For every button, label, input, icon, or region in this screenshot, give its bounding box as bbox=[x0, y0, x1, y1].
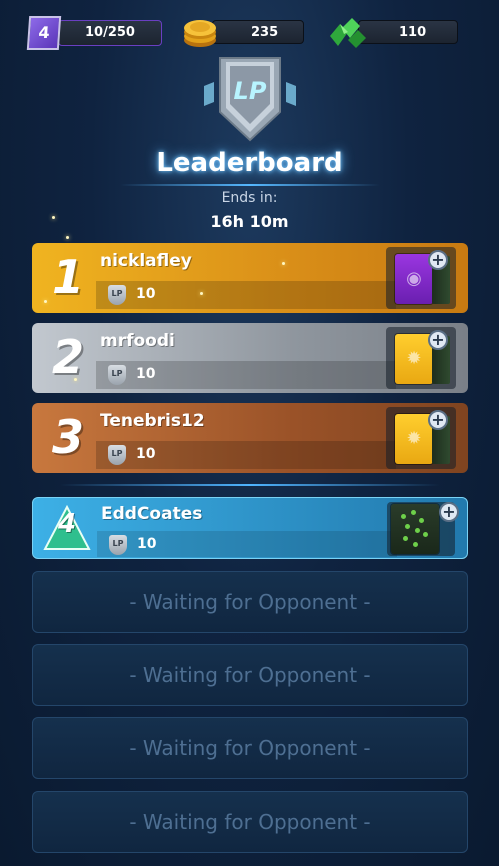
lp-score: LP 10 bbox=[96, 441, 396, 469]
lp-shield-icon: LP bbox=[204, 57, 296, 142]
gem-value: 110 bbox=[399, 25, 427, 40]
leaderboard-row-2[interactable]: 2 mrfoodi LP 10 ✹ + bbox=[32, 323, 468, 393]
level-badge-icon[interactable]: 4 bbox=[26, 16, 62, 50]
leaderboard-row-1[interactable]: 1 nicklafley LP 10 ◉ + bbox=[32, 243, 468, 313]
sparkle bbox=[200, 292, 203, 295]
reward-chest[interactable]: ✹ + bbox=[386, 407, 456, 469]
reward-chest[interactable]: ◉ + bbox=[386, 247, 456, 309]
sparkle bbox=[66, 236, 69, 239]
player-name: mrfoodi bbox=[100, 331, 175, 351]
section-divider bbox=[60, 484, 440, 486]
lp-icon: LP bbox=[108, 445, 126, 465]
ends-label: Ends in: bbox=[221, 190, 278, 206]
plus-icon[interactable]: + bbox=[439, 502, 459, 522]
rank-number: 4 bbox=[57, 509, 77, 539]
reward-chest[interactable]: ✹ + bbox=[386, 327, 456, 389]
lp-value: 10 bbox=[136, 286, 156, 302]
resource-bar: 10/250 4 235 110 bbox=[0, 14, 499, 50]
player-name: Tenebris12 bbox=[100, 411, 205, 431]
reward-card-icon bbox=[391, 504, 439, 554]
page-title: Leaderboard bbox=[156, 148, 343, 178]
sparkle bbox=[44, 300, 47, 303]
leaderboard-row-3[interactable]: 3 Tenebris12 LP 10 ✹ + bbox=[32, 403, 468, 473]
waiting-slot: - Waiting for Opponent - bbox=[32, 644, 468, 706]
green-gem-icon bbox=[330, 18, 366, 48]
lp-icon: LP bbox=[109, 535, 127, 555]
lp-score: LP 10 bbox=[97, 531, 397, 557]
coin-counter[interactable]: 235 bbox=[212, 20, 304, 44]
gem-counter[interactable]: 110 bbox=[358, 20, 458, 44]
lp-score: LP 10 bbox=[96, 361, 396, 389]
level-value: 4 bbox=[37, 23, 51, 42]
rank-number: 2 bbox=[51, 330, 84, 384]
xp-value: 10/250 bbox=[85, 25, 135, 40]
xp-progress[interactable]: 10/250 bbox=[58, 20, 162, 46]
player-name: nicklafley bbox=[100, 251, 192, 271]
reward-chest[interactable]: + bbox=[387, 502, 459, 556]
waiting-slot: - Waiting for Opponent - bbox=[32, 791, 468, 853]
lp-value: 10 bbox=[136, 446, 156, 462]
plus-icon[interactable]: + bbox=[428, 410, 448, 430]
coin-value: 235 bbox=[251, 25, 279, 40]
lp-score: LP 10 bbox=[96, 281, 396, 309]
rank-number: 3 bbox=[51, 410, 84, 464]
lp-value: 10 bbox=[136, 366, 156, 382]
sparkle bbox=[74, 378, 77, 381]
lp-icon: LP bbox=[108, 285, 126, 305]
emblem-text: LP bbox=[234, 77, 267, 105]
rank-number: 1 bbox=[51, 250, 84, 304]
player-name: EddCoates bbox=[101, 504, 203, 524]
ends-time: 16h 10m bbox=[210, 212, 289, 231]
waiting-slot: - Waiting for Opponent - bbox=[32, 717, 468, 779]
waiting-slot: - Waiting for Opponent - bbox=[32, 571, 468, 633]
sparkle bbox=[52, 216, 55, 219]
plus-icon[interactable]: + bbox=[428, 250, 448, 270]
leaderboard-row-self[interactable]: 4 EddCoates LP 10 + bbox=[32, 497, 468, 559]
title-divider bbox=[120, 184, 380, 186]
coin-stack-icon bbox=[184, 20, 216, 47]
sparkle bbox=[282, 262, 285, 265]
lp-icon: LP bbox=[108, 365, 126, 385]
plus-icon[interactable]: + bbox=[428, 330, 448, 350]
lp-value: 10 bbox=[137, 536, 157, 552]
